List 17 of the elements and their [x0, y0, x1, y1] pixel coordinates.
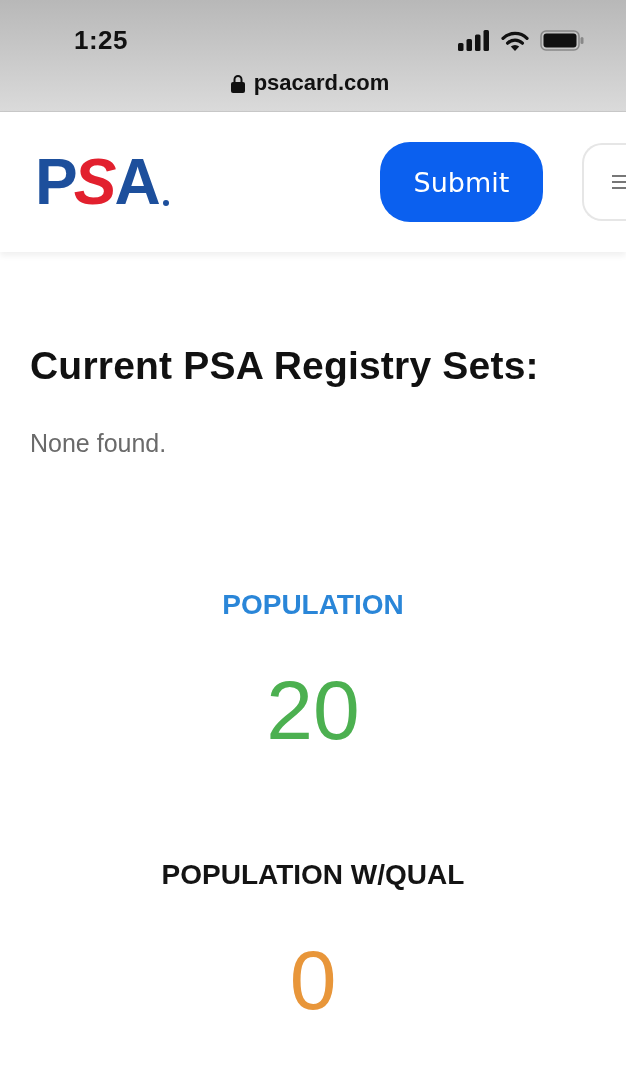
- wifi-icon: [501, 29, 529, 51]
- stat-value: 20: [266, 668, 360, 752]
- dot-icon: [162, 200, 169, 206]
- url-text[interactable]: psacard.com: [253, 70, 390, 96]
- menu-button[interactable]: [582, 143, 626, 221]
- registry-heading: Current PSA Registry Sets:: [30, 343, 540, 389]
- battery-icon: [540, 29, 584, 51]
- empty-message: None found.: [30, 428, 168, 458]
- submit-button[interactable]: Submit: [380, 142, 543, 222]
- lock-icon: [230, 73, 245, 93]
- stat-label: POPULATION W/QUAL: [161, 858, 465, 892]
- stat-label: POPULATION: [222, 588, 404, 622]
- stat-value: 0: [289, 938, 337, 1022]
- psa-logo[interactable]: PSA: [35, 150, 169, 214]
- clock-time: 1:25: [74, 24, 129, 56]
- signal-icon: [458, 29, 490, 51]
- menu-icon: [612, 173, 626, 191]
